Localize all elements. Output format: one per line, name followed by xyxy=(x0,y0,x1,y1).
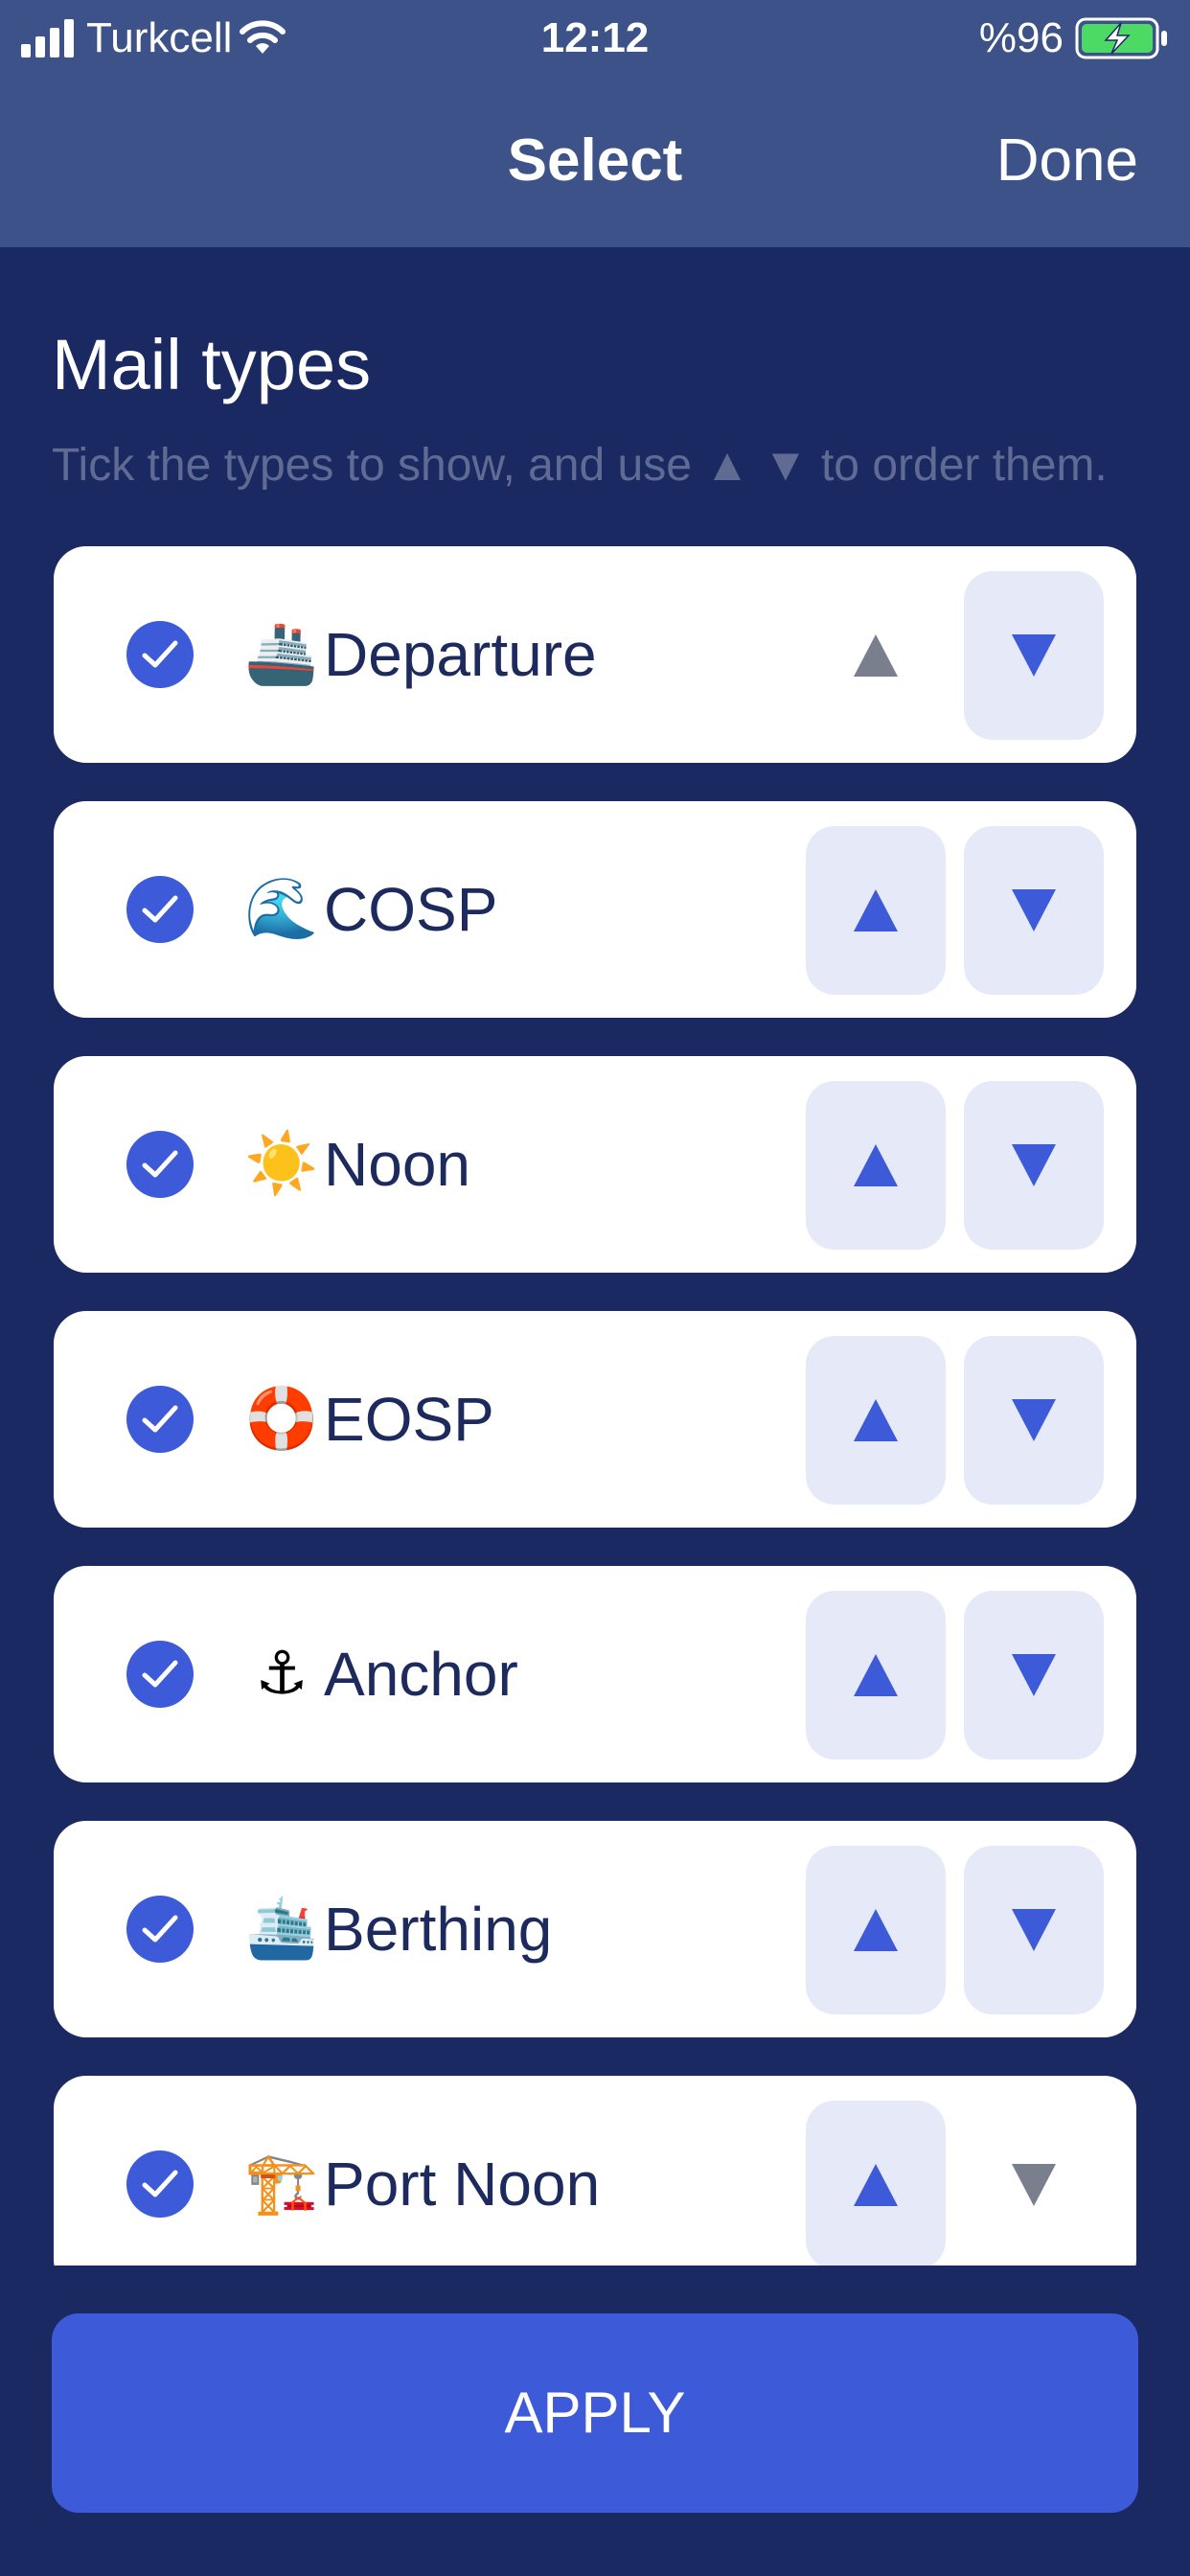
move-up-button[interactable] xyxy=(806,1846,946,2014)
mail-type-label: Departure xyxy=(324,620,597,689)
triangle-up-icon xyxy=(854,1144,898,1186)
mail-type-row[interactable]: 🚢 Departure xyxy=(54,546,1136,763)
top-bar: Turkcell 12:12 %96 Select Done xyxy=(0,0,1190,247)
mail-type-row[interactable]: 🛳️ Berthing xyxy=(54,1821,1136,2037)
status-bar: Turkcell 12:12 %96 xyxy=(0,0,1190,79)
move-up-button[interactable] xyxy=(806,1336,946,1505)
mail-type-emoji-icon: 🛟 xyxy=(244,1386,319,1452)
mail-type-row[interactable]: 🏗️ Port Noon xyxy=(54,2076,1136,2266)
checkbox-checked-icon[interactable] xyxy=(126,1641,194,1708)
move-up-button[interactable] xyxy=(806,1081,946,1250)
mail-type-row[interactable]: 🌊 COSP xyxy=(54,801,1136,1018)
mail-type-emoji-icon: 🌊 xyxy=(244,876,319,942)
checkbox-checked-icon[interactable] xyxy=(126,1131,194,1198)
triangle-up-icon xyxy=(854,634,898,677)
mail-type-row[interactable]: ☀️ Noon xyxy=(54,1056,1136,1273)
mail-type-emoji-icon: 🏗️ xyxy=(244,2150,319,2217)
move-down-button[interactable] xyxy=(964,1846,1104,2014)
move-up-button[interactable] xyxy=(806,1591,946,1760)
triangle-down-icon xyxy=(1012,1909,1056,1951)
move-up-button[interactable] xyxy=(806,2101,946,2266)
battery-charging-icon xyxy=(1075,17,1167,59)
move-down-button xyxy=(964,2101,1104,2266)
checkbox-checked-icon[interactable] xyxy=(126,621,194,688)
mail-type-emoji-icon: ☀️ xyxy=(244,1131,319,1197)
triangle-up-icon xyxy=(854,2164,898,2206)
section-hint: Tick the types to show, and use ▲ ▼ to o… xyxy=(52,440,1108,491)
triangle-down-icon xyxy=(1012,2164,1056,2206)
move-down-button[interactable] xyxy=(964,1081,1104,1250)
mail-type-emoji-icon: 🛳️ xyxy=(244,1896,319,1962)
triangle-down-icon xyxy=(1012,889,1056,932)
mail-type-label: Port Noon xyxy=(324,2150,601,2219)
move-down-button[interactable] xyxy=(964,826,1104,995)
mail-type-label: EOSP xyxy=(324,1385,494,1454)
checkbox-checked-icon[interactable] xyxy=(126,1386,194,1453)
triangle-down-icon xyxy=(1012,1654,1056,1696)
checkbox-checked-icon[interactable] xyxy=(126,2150,194,2218)
triangle-down-icon xyxy=(1012,1144,1056,1186)
mail-type-label: Noon xyxy=(324,1130,470,1199)
move-up-button xyxy=(806,571,946,740)
checkbox-checked-icon[interactable] xyxy=(126,1896,194,1963)
mail-type-emoji-icon: ⚓ xyxy=(255,1641,309,1707)
triangle-down-icon xyxy=(1012,634,1056,677)
triangle-down-icon xyxy=(1012,1399,1056,1441)
screen: Turkcell 12:12 %96 Select Done Mail type… xyxy=(0,0,1190,2576)
move-down-button[interactable] xyxy=(964,1336,1104,1505)
mail-type-label: Berthing xyxy=(324,1895,553,1964)
mail-type-row[interactable]: ⚓ Anchor xyxy=(54,1566,1136,1782)
section-title: Mail types xyxy=(52,325,372,404)
triangle-up-icon xyxy=(854,1399,898,1441)
mail-type-emoji-icon: 🚢 xyxy=(244,621,319,687)
move-up-button[interactable] xyxy=(806,826,946,995)
mail-type-label: COSP xyxy=(324,875,498,944)
checkbox-checked-icon[interactable] xyxy=(126,876,194,943)
triangle-up-icon xyxy=(854,889,898,932)
battery-percentage: %96 xyxy=(978,14,1064,61)
move-down-button[interactable] xyxy=(964,1591,1104,1760)
mail-type-row[interactable]: 🛟 EOSP xyxy=(54,1311,1136,1528)
triangle-up-icon xyxy=(854,1909,898,1951)
apply-button[interactable]: APPLY xyxy=(52,2313,1138,2513)
done-button[interactable]: Done xyxy=(996,125,1138,197)
move-down-button[interactable] xyxy=(964,571,1104,740)
mail-type-list[interactable]: 🚢 Departure 🌊 COSP ☀️ Noon 🛟 EOSP ⚓ Anchor 🛳️ Berth… xyxy=(0,546,1190,2266)
mail-type-label: Anchor xyxy=(324,1640,518,1709)
triangle-up-icon xyxy=(854,1654,898,1696)
